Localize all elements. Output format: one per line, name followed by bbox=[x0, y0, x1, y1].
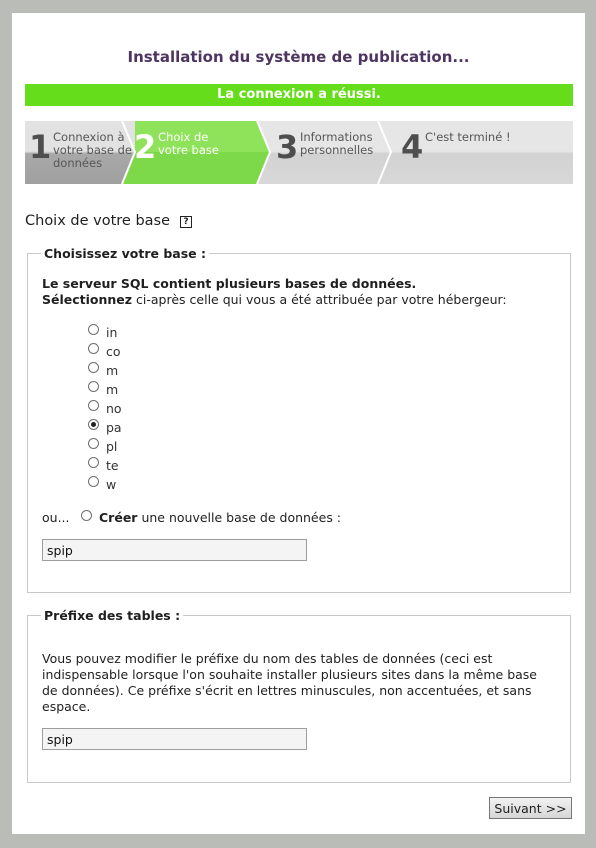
create-bold: Créer bbox=[99, 510, 138, 525]
next-button[interactable]: Suivant >> bbox=[489, 797, 572, 819]
create-base-radio[interactable] bbox=[81, 510, 92, 521]
database-option-label: pa bbox=[106, 420, 122, 435]
section-title-text: Choix de votre base bbox=[25, 213, 171, 229]
database-radio[interactable] bbox=[88, 476, 99, 487]
database-radio[interactable] bbox=[88, 343, 99, 354]
step-label: Choix de votre base bbox=[158, 131, 219, 157]
step-label: Informations personnelles bbox=[300, 131, 373, 157]
step-2: 2 Choix de votre base bbox=[130, 121, 265, 184]
section-title: Choix de votre base? bbox=[25, 213, 193, 229]
install-steps: 1 Connexion à votre base de données 2 Ch… bbox=[25, 121, 573, 184]
database-option-label: co bbox=[106, 344, 121, 359]
database-radio[interactable] bbox=[88, 381, 99, 392]
prefix-input[interactable]: spip bbox=[42, 728, 307, 750]
new-base-input[interactable]: spip bbox=[42, 539, 307, 561]
step-label-line: C'est terminé ! bbox=[425, 130, 511, 144]
prefix-legend: Préfixe des tables : bbox=[41, 608, 184, 623]
database-radio[interactable] bbox=[88, 457, 99, 468]
step-number: 4 bbox=[401, 128, 424, 166]
connection-success-banner: La connexion a réussi. bbox=[25, 84, 573, 106]
database-option-label: in bbox=[106, 325, 118, 340]
step-number: 2 bbox=[134, 128, 157, 166]
step-4: 4 C'est terminé ! bbox=[397, 121, 573, 184]
select-instruction-bold: Sélectionnez bbox=[42, 292, 133, 307]
database-radio[interactable] bbox=[88, 324, 99, 335]
database-option-label: w bbox=[106, 477, 117, 492]
step-label-line: personnelles bbox=[300, 143, 374, 157]
server-info-text: Le serveur SQL contient plusieurs bases … bbox=[42, 276, 417, 291]
choose-base-legend: Choisissez votre base : bbox=[41, 246, 210, 261]
or-prefix: ou... bbox=[42, 510, 70, 525]
create-rest: une nouvelle base de données : bbox=[137, 510, 342, 525]
create-base-line: ou... bbox=[42, 510, 70, 526]
step-label: C'est terminé ! bbox=[425, 131, 511, 144]
install-panel: Installation du système de publication..… bbox=[12, 13, 585, 834]
step-label-line: votre base bbox=[158, 143, 219, 157]
database-option-label: pl bbox=[106, 439, 118, 454]
database-option-label: m bbox=[106, 363, 119, 378]
database-radio[interactable] bbox=[88, 438, 99, 449]
select-instruction-rest: ci-après celle qui vous a été attribuée … bbox=[132, 292, 507, 307]
create-base-label: Créer une nouvelle base de données : bbox=[99, 510, 341, 526]
database-radio[interactable] bbox=[88, 419, 99, 430]
database-radio[interactable] bbox=[88, 362, 99, 373]
database-option-label: no bbox=[106, 401, 122, 416]
page-title: Installation du système de publication..… bbox=[127, 48, 470, 66]
help-icon[interactable]: ? bbox=[180, 216, 193, 228]
database-radio[interactable] bbox=[88, 400, 99, 411]
step-number: 3 bbox=[276, 128, 299, 166]
prefix-description: Vous pouvez modifier le préfixe du nom d… bbox=[42, 651, 538, 714]
step-3: 3 Informations personnelles bbox=[272, 121, 390, 184]
database-option-label: m bbox=[106, 382, 119, 397]
select-instruction: Sélectionnez ci-après celle qui vous a é… bbox=[42, 292, 507, 308]
database-option-label: te bbox=[106, 458, 119, 473]
